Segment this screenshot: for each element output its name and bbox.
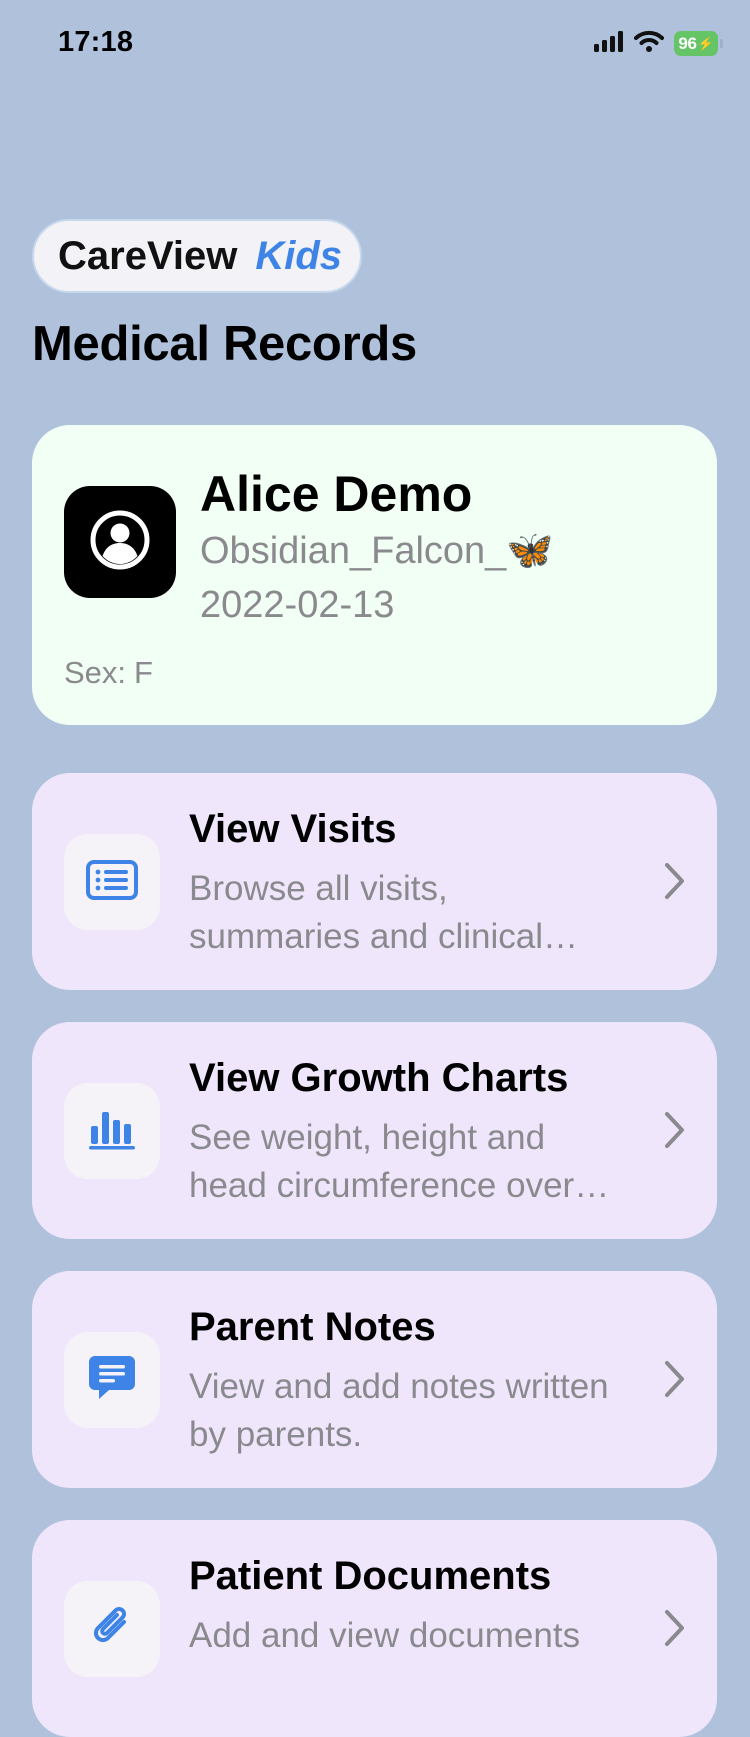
menu-description: Add and view documents: [189, 1616, 581, 1655]
brand-name: CareView: [58, 233, 238, 278]
patient-sex-label: Sex:: [64, 655, 127, 690]
list-icon: [86, 859, 138, 905]
bolt-icon: ⚡: [697, 35, 714, 51]
menu-icon-box: [64, 1581, 160, 1677]
chevron-right-icon: [663, 1359, 687, 1404]
wifi-icon: [634, 30, 664, 57]
patient-handle: Obsidian_Falcon_🦋: [200, 530, 554, 572]
menu-description: View and add notes written by parents.: [189, 1367, 609, 1454]
patient-name: Alice Demo: [200, 466, 473, 522]
menu-description: See weight, height and head circumferenc…: [189, 1118, 575, 1205]
status-bar: 17:18 96 ⚡: [0, 0, 750, 90]
chevron-right-icon: [663, 1110, 687, 1155]
status-icons: 96 ⚡: [594, 30, 723, 57]
avatar: [64, 486, 176, 598]
signal-icon: [594, 30, 624, 57]
battery-charging-icon: 96 ⚡: [674, 31, 723, 56]
patient-card[interactable]: Alice Demo Obsidian_Falcon_🦋 2022-02-13 …: [32, 425, 717, 725]
menu-title: Patient Documents: [189, 1554, 552, 1598]
menu-title: View Growth Charts: [189, 1056, 569, 1100]
menu-icon-box: [64, 834, 160, 930]
menu-icon-box: [64, 1083, 160, 1179]
brand-accent: Kids: [255, 233, 343, 278]
patient-documents-card[interactable]: Patient Documents Add and view documents: [32, 1520, 717, 1737]
battery-level: 96: [678, 33, 697, 53]
menu-title: Parent Notes: [189, 1305, 436, 1349]
chevron-right-icon: [663, 861, 687, 906]
patient-dob: 2022-02-13: [200, 584, 395, 626]
menu-title: View Visits: [189, 807, 397, 851]
view-visits-card[interactable]: View Visits Browse all visits, summaries…: [32, 773, 717, 990]
patient-sex: Sex: F: [64, 655, 153, 691]
message-icon: [87, 1354, 137, 1407]
chevron-right-icon: [663, 1608, 687, 1653]
menu-icon-box: [64, 1332, 160, 1428]
menu-description: Browse all visits, summaries and clinica…: [189, 869, 544, 956]
bar-chart-icon: [87, 1108, 137, 1155]
status-time: 17:18: [58, 26, 134, 58]
paperclip-icon: [90, 1602, 134, 1657]
brand-pill: CareView Kids: [32, 219, 362, 293]
parent-notes-card[interactable]: Parent Notes View and add notes written …: [32, 1271, 717, 1488]
patient-sex-value: F: [134, 655, 153, 690]
person-circle-icon: [89, 509, 151, 576]
page-title: Medical Records: [32, 317, 417, 371]
view-growth-charts-card[interactable]: View Growth Charts See weight, height an…: [32, 1022, 717, 1239]
